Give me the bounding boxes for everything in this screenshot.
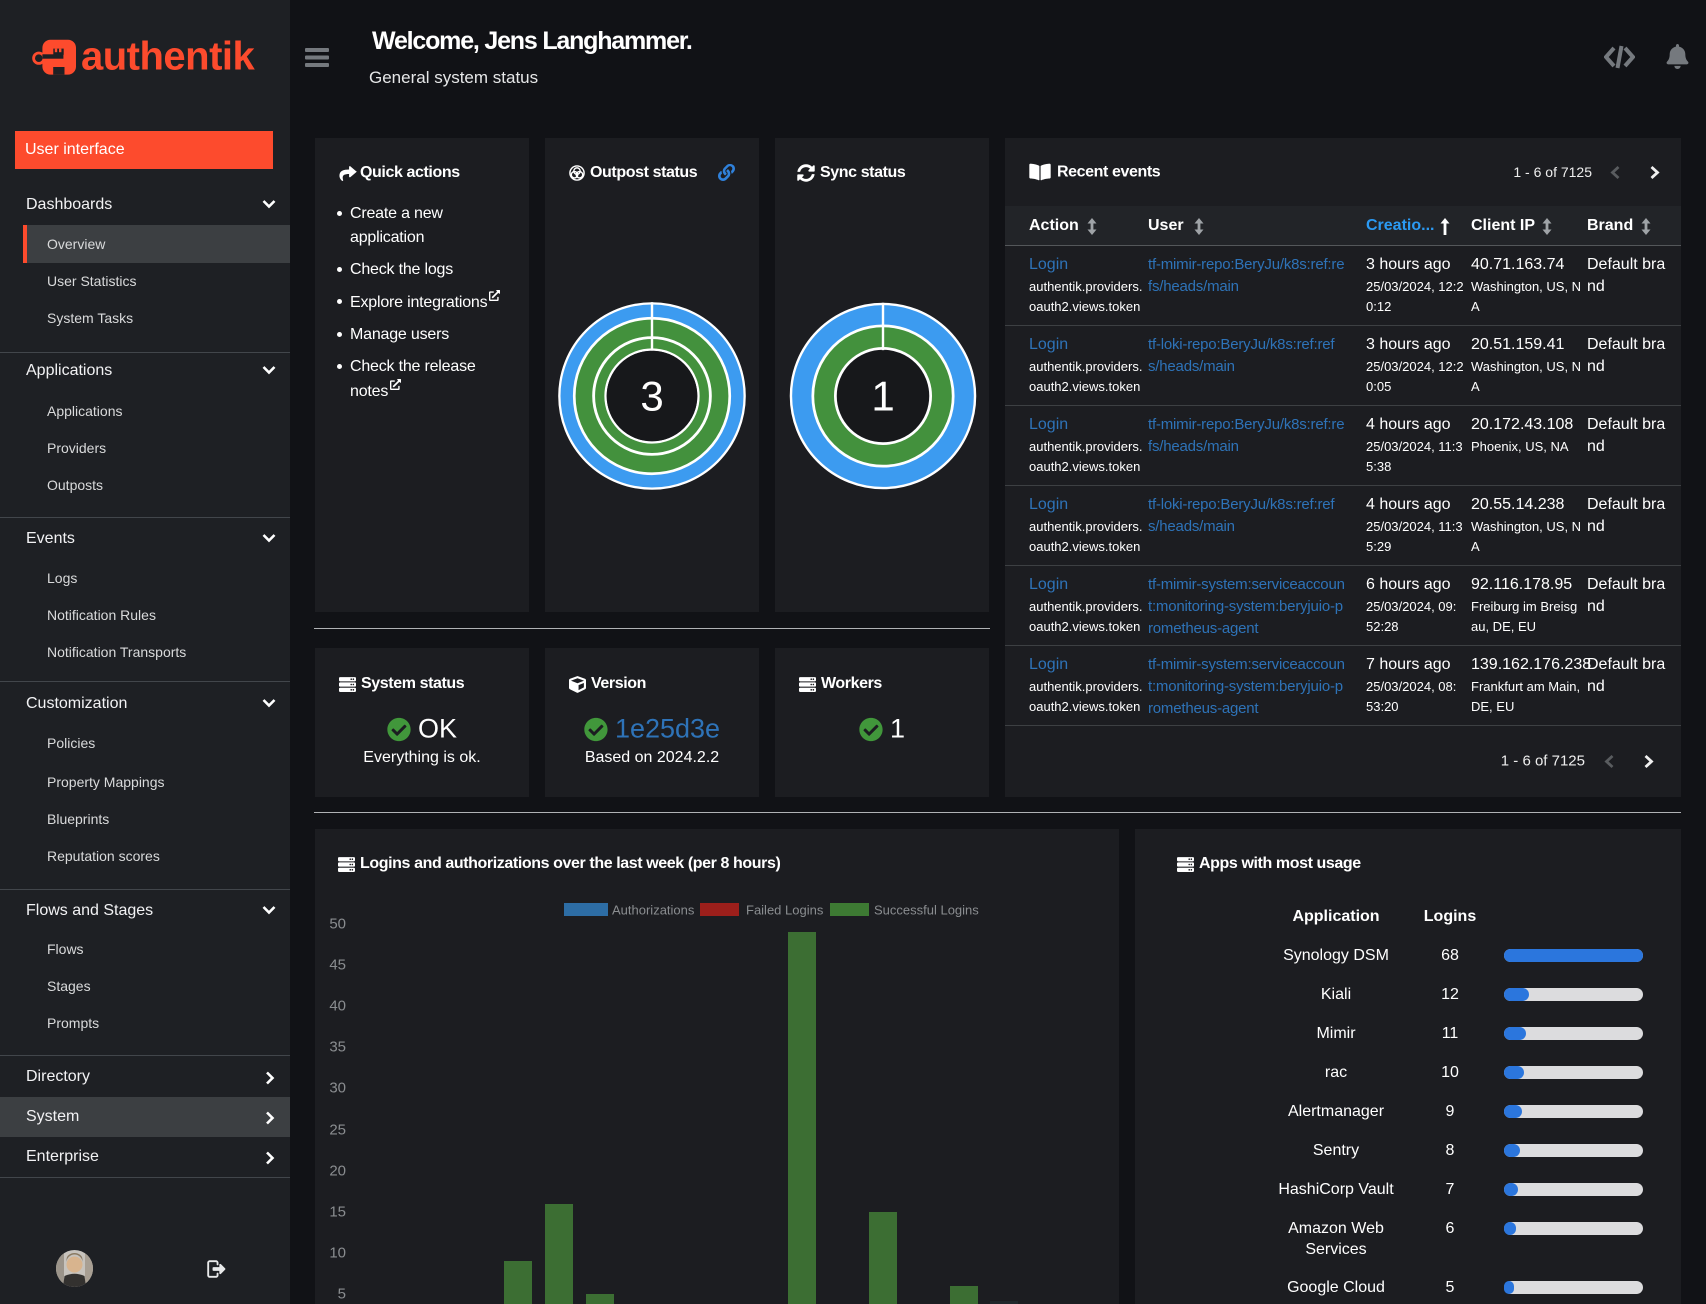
svg-text:authentik: authentik	[81, 35, 256, 79]
svg-text:3: 3	[640, 373, 663, 420]
svg-text:1: 1	[871, 373, 894, 420]
